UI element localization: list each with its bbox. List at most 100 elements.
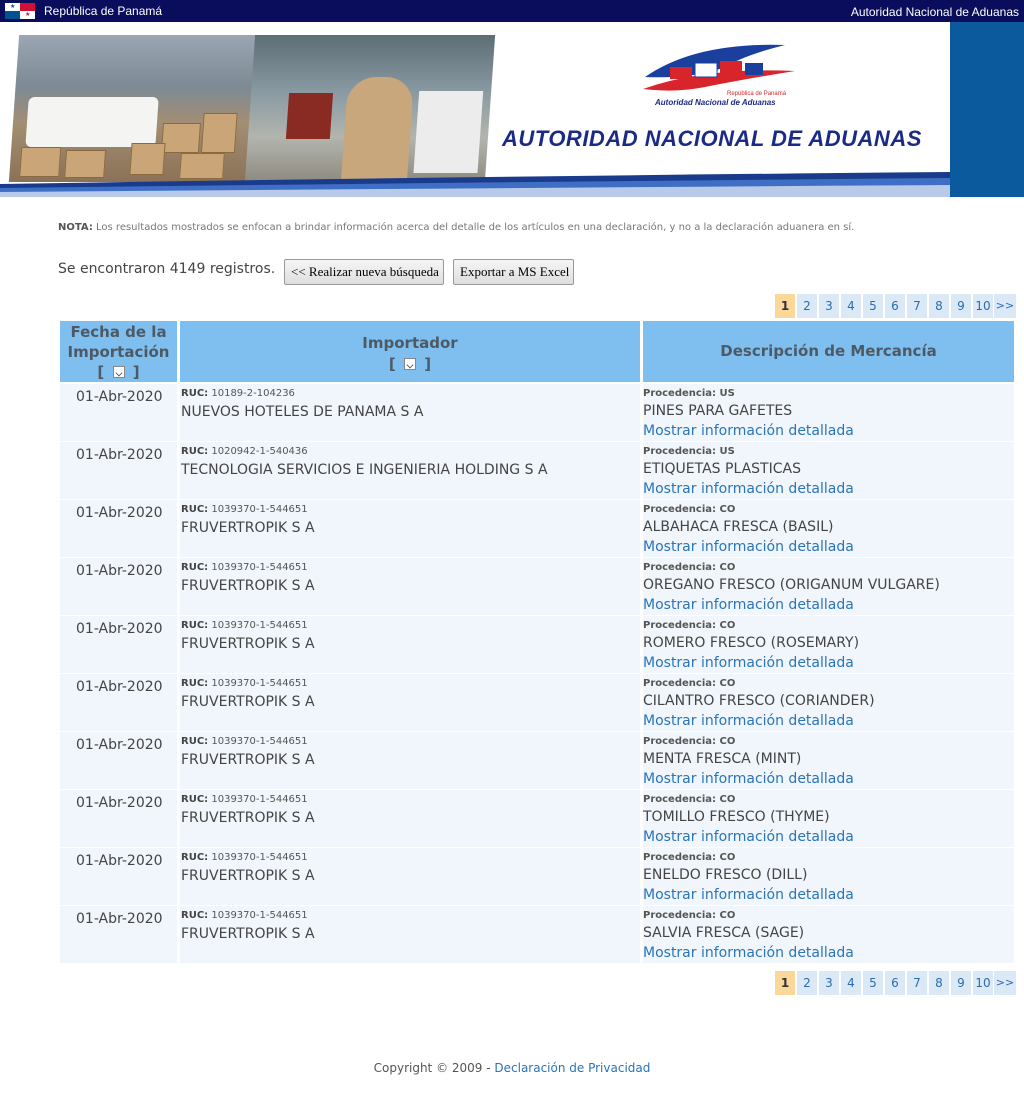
show-details-link[interactable]: Mostrar información detallada [643, 887, 854, 903]
origin-line: Procedencia: CO [643, 504, 735, 515]
page-link-4[interactable]: 4 [841, 971, 861, 995]
page-link-5[interactable]: 5 [863, 971, 883, 995]
page-link-10[interactable]: 10 [973, 294, 993, 318]
ruc-label: RUC: [181, 794, 209, 805]
page-link-3[interactable]: 3 [819, 294, 839, 318]
page-link-2[interactable]: 2 [797, 294, 817, 318]
importer-cell: RUC: 1039370-1-544651 FRUVERTROPIK S A [180, 558, 640, 615]
sort-importer-dropdown-icon[interactable] [404, 357, 416, 370]
origin-value: CO [719, 736, 736, 747]
ruc-label: RUC: [181, 620, 209, 631]
page-link-3[interactable]: 3 [819, 971, 839, 995]
merchandise-description: OREGANO FRESCO (ORIGANUM VULGARE) [643, 577, 940, 593]
importer-cell: RUC: 1039370-1-544651 FRUVERTROPIK S A [180, 790, 640, 847]
show-details-link[interactable]: Mostrar información detallada [643, 423, 854, 439]
merchandise-description: MENTA FRESCA (MINT) [643, 751, 802, 767]
origin-label: Procedencia: [643, 794, 717, 805]
ruc-line: RUC: 1039370-1-544651 [181, 620, 308, 631]
merchandise-description: SALVIA FRESCA (SAGE) [643, 925, 805, 941]
page-link-9[interactable]: 9 [951, 294, 971, 318]
show-details-link[interactable]: Mostrar información detallada [643, 539, 854, 555]
privacy-link[interactable]: Declaración de Privacidad [494, 1061, 650, 1075]
date-cell: 01-Abr-2020 [60, 674, 177, 731]
importer-cell: RUC: 1039370-1-544651 FRUVERTROPIK S A [180, 848, 640, 905]
page-link-7[interactable]: 7 [907, 971, 927, 995]
customs-officer-photo [244, 35, 496, 182]
note-text: Los resultados mostrados se enfocan a br… [92, 222, 855, 233]
header-importer-sort: [ ] [388, 355, 432, 373]
date-cell: 01-Abr-2020 [60, 384, 177, 441]
page-next-link[interactable]: >> [994, 294, 1016, 318]
page-link-1[interactable]: 1 [775, 294, 795, 318]
importer-name: FRUVERTROPIK S A [181, 636, 315, 652]
description-cell: Procedencia: CO ALBAHACA FRESCA (BASIL) Mo… [643, 500, 1014, 557]
show-details-link[interactable]: Mostrar información detallada [643, 481, 854, 497]
ruc-line: RUC: 1039370-1-544651 [181, 562, 308, 573]
page-link-4[interactable]: 4 [841, 294, 861, 318]
ruc-value: 1039370-1-544651 [211, 562, 308, 573]
importer-cell: RUC: 1039370-1-544651 FRUVERTROPIK S A [180, 906, 640, 963]
importer-name: FRUVERTROPIK S A [181, 926, 315, 942]
page-next-link[interactable]: >> [994, 971, 1016, 995]
show-details-link[interactable]: Mostrar información detallada [643, 597, 854, 613]
footer: Copyright © 2009 - Declaración de Privac… [0, 1061, 1024, 1075]
import-date: 01-Abr-2020 [76, 737, 163, 753]
ruc-line: RUC: 1039370-1-544651 [181, 794, 308, 805]
header-date-line1: Fecha de la [70, 323, 167, 341]
table-row: 01-Abr-2020 RUC: 1039370-1-544651 FRUVERTR… [60, 558, 1014, 615]
date-cell: 01-Abr-2020 [60, 442, 177, 499]
show-details-link[interactable]: Mostrar información detallada [643, 945, 854, 961]
description-cell: Procedencia: CO TOMILLO FRESCO (THYME) Mos… [643, 790, 1014, 847]
page-link-10[interactable]: 10 [973, 971, 993, 995]
description-cell: Procedencia: CO ROMERO FRESCO (ROSEMARY) M… [643, 616, 1014, 673]
merchandise-description: TOMILLO FRESCO (THYME) [643, 809, 830, 825]
show-details-link[interactable]: Mostrar información detallada [643, 713, 854, 729]
banner-swoosh [0, 172, 950, 197]
ruc-label: RUC: [181, 852, 209, 863]
origin-value: CO [719, 504, 736, 515]
page-link-6[interactable]: 6 [885, 971, 905, 995]
ruc-value: 1039370-1-544651 [211, 794, 308, 805]
table-row: 01-Abr-2020 RUC: 1020942-1-540436 TECNOLOG… [60, 442, 1014, 499]
page-link-2[interactable]: 2 [797, 971, 817, 995]
page-link-8[interactable]: 8 [929, 294, 949, 318]
show-details-link[interactable]: Mostrar información detallada [643, 655, 854, 671]
show-details-link[interactable]: Mostrar información detallada [643, 771, 854, 787]
new-search-button[interactable]: << Realizar nueva búsqueda [284, 259, 444, 285]
table-row: 01-Abr-2020 RUC: 1039370-1-544651 FRUVERTR… [60, 500, 1014, 557]
origin-label: Procedencia: [643, 736, 717, 747]
import-date: 01-Abr-2020 [76, 447, 163, 463]
date-cell: 01-Abr-2020 [60, 616, 177, 673]
banner-title: AUTORIDAD NACIONAL DE ADUANAS [502, 126, 922, 151]
page-link-5[interactable]: 5 [863, 294, 883, 318]
page-link-1[interactable]: 1 [775, 971, 795, 995]
page-link-8[interactable]: 8 [929, 971, 949, 995]
table-row: 01-Abr-2020 RUC: 1039370-1-544651 FRUVERTR… [60, 732, 1014, 789]
origin-label: Procedencia: [643, 388, 717, 399]
origin-line: Procedencia: CO [643, 562, 735, 573]
origin-line: Procedencia: CO [643, 910, 735, 921]
ruc-label: RUC: [181, 446, 209, 457]
import-date: 01-Abr-2020 [76, 621, 163, 637]
import-date: 01-Abr-2020 [76, 679, 163, 695]
page-link-6[interactable]: 6 [885, 294, 905, 318]
sort-date-dropdown-icon[interactable] [112, 365, 125, 378]
export-excel-button[interactable]: Exportar a MS Excel [453, 259, 574, 285]
import-date: 01-Abr-2020 [76, 389, 163, 405]
header-description: Descripción de Mercancía [643, 321, 1014, 382]
date-cell: 01-Abr-2020 [60, 790, 177, 847]
importer-name: FRUVERTROPIK S A [181, 810, 315, 826]
ruc-label: RUC: [181, 678, 209, 689]
importer-cell: RUC: 1039370-1-544651 FRUVERTROPIK S A [180, 616, 640, 673]
origin-label: Procedencia: [643, 620, 717, 631]
page-link-9[interactable]: 9 [951, 971, 971, 995]
ruc-value: 1039370-1-544651 [211, 736, 308, 747]
origin-line: Procedencia: CO [643, 736, 735, 747]
importer-cell: RUC: 10189-2-104236 NUEVOS HOTELES DE PAN… [180, 384, 640, 441]
date-cell: 01-Abr-2020 [60, 558, 177, 615]
panama-flag-icon: ★ ★ [5, 3, 35, 19]
merchandise-description: ALBAHACA FRESCA (BASIL) [643, 519, 834, 535]
show-details-link[interactable]: Mostrar información detallada [643, 829, 854, 845]
page-link-7[interactable]: 7 [907, 294, 927, 318]
importer-name: NUEVOS HOTELES DE PANAMA S A [181, 404, 424, 420]
